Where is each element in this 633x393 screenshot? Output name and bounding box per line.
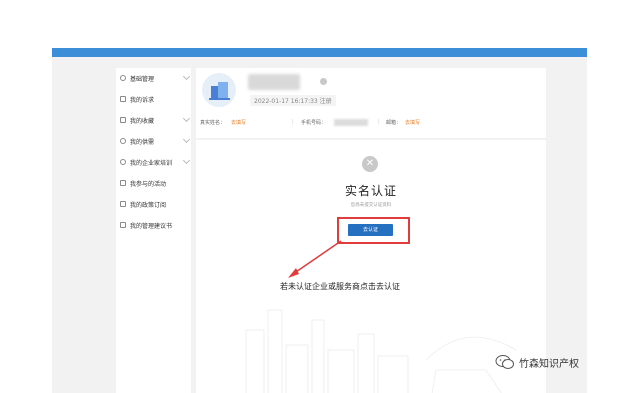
sidebar-item-entrepreneur-training[interactable]: 我的企业家培训 bbox=[120, 156, 191, 168]
sidebar-item-label: 我的诉求 bbox=[130, 96, 155, 104]
email-label: 邮箱： bbox=[386, 120, 402, 126]
sidebar-item-my-requests[interactable]: 我的诉求 bbox=[120, 93, 154, 105]
chevron-down-icon bbox=[182, 72, 191, 81]
edit-icon bbox=[120, 222, 126, 228]
sidebar-item-label: 我的收藏 bbox=[130, 117, 155, 125]
registration-time: 2022-01-17 16:17:33 注册 bbox=[250, 95, 336, 106]
clear-icon[interactable] bbox=[320, 78, 327, 85]
watermark-text: 竹森知识产权 bbox=[519, 358, 579, 370]
redacted-username bbox=[248, 74, 300, 90]
chevron-down-icon bbox=[182, 135, 191, 144]
profile-card: 2022-01-17 16:17:33 注册 真实姓名： 去填写 | 手机号码：… bbox=[196, 68, 546, 138]
annotation-note: 若未认证企业或服务商点击去认证 bbox=[280, 282, 400, 291]
sidebar-item-label: 我的供需 bbox=[130, 138, 155, 146]
sidebar: 基础管理 我的诉求 我的收藏 我的供需 我的企业家培训 我参与的活动 我的政策订… bbox=[116, 68, 191, 393]
calendar-icon bbox=[120, 180, 126, 186]
sidebar-item-management-proposals[interactable]: 我的管理建议书 bbox=[120, 219, 172, 231]
email-fill-link[interactable]: 去填写 bbox=[405, 119, 420, 126]
list-icon bbox=[120, 201, 126, 207]
people-icon bbox=[120, 159, 126, 165]
sidebar-item-label: 我的政策订阅 bbox=[130, 201, 167, 209]
sidebar-item-my-supply-demand[interactable]: 我的供需 bbox=[120, 135, 191, 147]
wechat-icon bbox=[495, 355, 514, 369]
star-icon bbox=[120, 117, 126, 123]
sidebar-item-basic-management[interactable]: 基础管理 bbox=[120, 72, 191, 84]
sidebar-item-my-activities[interactable]: 我参与的活动 bbox=[120, 177, 166, 189]
watermark: 竹森知识产权 bbox=[495, 354, 579, 370]
real-name-label: 真实姓名： bbox=[200, 120, 226, 126]
real-name-auth-panel: ✕ 实名认证 您尚未提交认证资料 去认证 若未认证企业或服务商点击去认证 bbox=[196, 140, 546, 393]
gear-icon bbox=[120, 75, 126, 81]
building-base bbox=[209, 98, 230, 100]
chevron-down-icon bbox=[182, 156, 191, 165]
avatar[interactable] bbox=[202, 73, 236, 107]
divider: | bbox=[378, 119, 380, 125]
divider: | bbox=[292, 119, 294, 125]
document-icon bbox=[120, 96, 126, 102]
profile-info-row: 真实姓名： 去填写 | 手机号码： | 邮箱： 去填写 bbox=[196, 119, 546, 129]
real-name-fill-link[interactable]: 去填写 bbox=[231, 119, 246, 126]
sidebar-item-label: 我的企业家培训 bbox=[130, 159, 173, 167]
city-skyline-illustration bbox=[245, 309, 517, 393]
hexagon-icon bbox=[120, 138, 126, 144]
chevron-down-icon bbox=[182, 114, 191, 123]
top-header-bar bbox=[52, 48, 587, 57]
sidebar-item-label: 我的管理建议书 bbox=[130, 222, 173, 230]
redacted-phone bbox=[334, 119, 368, 126]
sidebar-item-policy-subscription[interactable]: 我的政策订阅 bbox=[120, 198, 166, 210]
sidebar-item-my-favorites[interactable]: 我的收藏 bbox=[120, 114, 191, 126]
phone-label: 手机号码： bbox=[301, 120, 327, 126]
building-shape bbox=[218, 82, 228, 99]
sidebar-item-label: 我参与的活动 bbox=[130, 180, 167, 188]
annotation-arrow bbox=[288, 240, 342, 278]
sidebar-item-label: 基础管理 bbox=[130, 75, 155, 83]
